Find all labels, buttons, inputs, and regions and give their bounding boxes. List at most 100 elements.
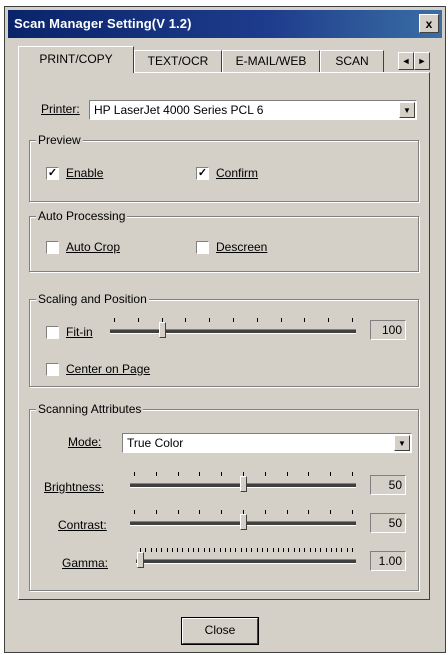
slider-tick <box>230 548 231 552</box>
slider-tick <box>320 548 321 552</box>
preview-group: Preview ✓ Enable ✓ Confirm <box>29 133 419 202</box>
slider-thumb[interactable] <box>240 476 247 492</box>
slider-thumb[interactable] <box>159 322 166 338</box>
contrast-value[interactable]: 50 <box>370 513 406 533</box>
slider-tick <box>145 548 146 552</box>
slider-tick <box>262 548 263 552</box>
brightness-slider[interactable] <box>130 472 356 494</box>
slider-tick <box>265 472 266 476</box>
chevron-down-icon[interactable]: ▼ <box>399 102 415 118</box>
scanning-attributes-group: Scanning Attributes Mode: True Color ▼ B… <box>29 402 419 591</box>
slider-tick <box>185 318 186 322</box>
slider-thumb[interactable] <box>137 552 144 568</box>
printer-select[interactable]: HP LaserJet 4000 Series PCL 6 ▼ <box>89 100 417 120</box>
title-bar[interactable]: Scan Manager Setting(V 1.2) x <box>8 10 442 38</box>
slider-tick <box>204 548 205 552</box>
preview-group-title: Preview <box>36 133 83 147</box>
tab-scan[interactable]: SCAN <box>320 50 384 72</box>
descreen-label[interactable]: Descreen <box>216 240 267 254</box>
fit-in-label[interactable]: Fit-in <box>66 325 93 339</box>
tab-scroll-left-icon[interactable]: ◄ <box>398 52 414 70</box>
mode-label: Mode: <box>68 435 102 449</box>
confirm-checkbox[interactable]: ✓ <box>196 167 209 180</box>
slider-thumb[interactable] <box>240 514 247 530</box>
center-on-page-label[interactable]: Center on Page <box>66 362 150 376</box>
gamma-value[interactable]: 1.00 <box>370 551 406 571</box>
contrast-label: Contrast: <box>58 518 107 532</box>
slider-tick <box>299 548 300 552</box>
slider-tick <box>235 548 236 552</box>
slider-tick <box>178 510 179 514</box>
slider-tick <box>257 548 258 552</box>
slider-tick <box>209 548 210 552</box>
enable-label[interactable]: Enable <box>66 166 103 180</box>
center-on-page-checkbox[interactable] <box>46 363 59 376</box>
slider-tick <box>352 548 353 552</box>
tab-print-copy[interactable]: PRINT/COPY <box>18 46 134 73</box>
slider-tick <box>225 548 226 552</box>
slider-tick <box>156 472 157 476</box>
scaling-group: Scaling and Position Fit-in 100 Center o… <box>29 292 419 387</box>
chevron-down-icon[interactable]: ▼ <box>394 435 410 451</box>
printer-label: Printer: <box>41 102 80 116</box>
fit-in-slider[interactable] <box>110 318 356 340</box>
slider-tick <box>233 318 234 322</box>
slider-tick <box>161 548 162 552</box>
slider-tick <box>352 318 353 322</box>
slider-tick <box>287 472 288 476</box>
slider-tick <box>246 548 247 552</box>
fit-in-value[interactable]: 100 <box>370 320 406 340</box>
slider-tick <box>156 548 157 552</box>
auto-crop-label[interactable]: Auto Crop <box>66 240 120 254</box>
tab-text-ocr[interactable]: TEXT/OCR <box>134 50 222 72</box>
gamma-slider[interactable] <box>136 548 356 570</box>
confirm-label[interactable]: Confirm <box>216 166 258 180</box>
fit-in-checkbox[interactable] <box>46 326 59 339</box>
slider-tick <box>304 548 305 552</box>
slider-tick <box>151 548 152 552</box>
descreen-checkbox[interactable] <box>196 241 209 254</box>
slider-tick <box>178 472 179 476</box>
slider-tick <box>182 548 183 552</box>
slider-tick <box>281 318 282 322</box>
check-icon: ✓ <box>197 167 208 179</box>
slider-tick <box>273 548 274 552</box>
close-button[interactable]: Close <box>182 618 258 644</box>
slider-tick <box>330 472 331 476</box>
slider-tick <box>114 318 115 322</box>
scanning-attributes-title: Scanning Attributes <box>36 402 144 416</box>
slider-tick <box>287 510 288 514</box>
auto-processing-title: Auto Processing <box>36 209 128 223</box>
slider-tick <box>251 548 252 552</box>
close-icon[interactable]: x <box>419 14 439 33</box>
slider-tick <box>352 510 353 514</box>
slider-tick <box>267 548 268 552</box>
slider-tick <box>265 510 266 514</box>
slider-tick <box>326 548 327 552</box>
printer-value: HP LaserJet 4000 Series PCL 6 <box>94 103 264 117</box>
check-icon: ✓ <box>47 167 58 179</box>
enable-checkbox[interactable]: ✓ <box>46 167 59 180</box>
slider-tick <box>177 548 178 552</box>
slider-tick <box>220 548 221 552</box>
auto-crop-checkbox[interactable] <box>46 241 59 254</box>
mode-select[interactable]: True Color ▼ <box>122 433 412 453</box>
contrast-slider[interactable] <box>130 510 356 532</box>
slider-track <box>110 329 356 334</box>
slider-tick <box>199 472 200 476</box>
slider-tick <box>209 318 210 322</box>
slider-tick <box>278 548 279 552</box>
slider-tick <box>328 318 329 322</box>
tab-email-web[interactable]: E-MAIL/WEB <box>222 50 320 72</box>
slider-tick <box>199 510 200 514</box>
slider-tick <box>257 318 258 322</box>
slider-tick <box>134 510 135 514</box>
slider-tick <box>283 548 284 552</box>
slider-tick <box>221 510 222 514</box>
brightness-value[interactable]: 50 <box>370 475 406 495</box>
tab-scroll-right-icon[interactable]: ► <box>414 52 430 70</box>
mode-value: True Color <box>127 436 184 450</box>
slider-tick <box>310 548 311 552</box>
slider-tick <box>241 548 242 552</box>
slider-tick <box>134 472 135 476</box>
